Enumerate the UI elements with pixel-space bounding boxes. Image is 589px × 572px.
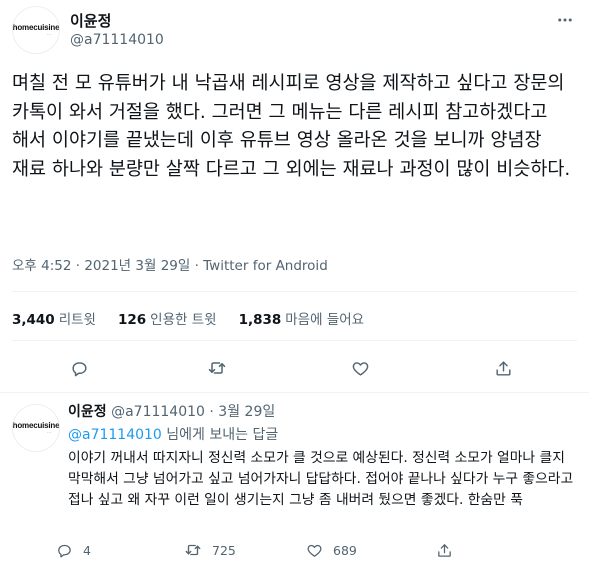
reply-bubble-icon: [58, 544, 71, 558]
avatar-brand-subtext: ⋯: [47, 430, 51, 435]
author-handle[interactable]: @a71114010: [70, 31, 164, 50]
tweet-meta: 오후 4:52 · 2021년 3월 29일 · Twitter for And…: [12, 254, 328, 274]
meta-separator: ·: [71, 258, 85, 274]
avatar[interactable]: homecuisine ⋯: [12, 404, 60, 452]
more-options-button[interactable]: [555, 10, 575, 30]
like-button[interactable]: [348, 356, 372, 380]
reply-author-name[interactable]: 이윤정: [68, 404, 107, 420]
tweet-stats: 3,440 리트윗 126 인용한 트윗 1,838 마음에 들어요: [12, 308, 364, 328]
reply-author-handle[interactable]: @a71114010: [111, 404, 205, 420]
tweet-time[interactable]: 오후 4:52: [12, 258, 71, 274]
tweet-text: 며칠 전 모 유튜버가 내 낙곱새 레시피로 영상을 제작하고 싶다고 장문의 …: [12, 73, 571, 180]
reply-date[interactable]: 3월 29일: [218, 404, 275, 420]
likes-count: 1,838: [238, 312, 282, 328]
reply-header: 이윤정 @a71114010 · 3월 29일: [68, 402, 578, 422]
tweet-actions: [0, 356, 589, 380]
retweet-button[interactable]: [205, 356, 229, 380]
quotes-count: 126: [117, 312, 147, 328]
reply-share-button[interactable]: [436, 538, 453, 562]
quotes-label: 인용한 트윗: [150, 312, 217, 328]
reply-actions: 4 725 689: [56, 538, 556, 562]
author-display-name[interactable]: 이윤정: [70, 11, 164, 31]
reply-replies-count: 4: [83, 542, 91, 558]
reply-text: 이야기 꺼내서 따지자니 정신력 소모가 클 것으로 예상된다. 정신력 소모가…: [68, 450, 574, 508]
tweet-source[interactable]: Twitter for Android: [203, 258, 328, 274]
divider: [12, 291, 577, 292]
share-icon: [495, 360, 511, 376]
divider: [12, 340, 577, 341]
replying-to: @a71114010 님에게 보내는 답글: [68, 424, 578, 446]
more-dots-icon: [558, 18, 572, 22]
avatar-brand-text: homecuisine: [12, 23, 60, 32]
reply-bubble-icon: [71, 361, 87, 376]
avatar-brand-text: homecuisine: [12, 421, 60, 430]
retweets-label: 리트윗: [58, 312, 96, 328]
divider: [0, 392, 589, 393]
likes-label: 마음에 들어요: [285, 312, 365, 328]
replying-to-mention[interactable]: @a71114010: [68, 427, 162, 443]
avatar-brand-subtext: ⋯: [47, 32, 51, 37]
likes-stat[interactable]: 1,838 마음에 들어요: [239, 308, 365, 328]
reply-like-button[interactable]: 689: [306, 538, 357, 562]
reply-retweets-count: 725: [212, 542, 236, 558]
reply-retweet-button[interactable]: 725: [184, 538, 236, 562]
tweet-date[interactable]: 2021년 3월 29일: [84, 258, 190, 274]
avatar[interactable]: homecuisine ⋯: [12, 6, 60, 54]
retweets-count: 3,440: [12, 312, 55, 328]
replying-to-suffix: 님에게 보내는 답글: [161, 427, 279, 443]
reply-button[interactable]: [67, 356, 91, 380]
tweet-header: homecuisine ⋯ 이윤정 @a71114010: [12, 6, 164, 54]
heart-icon: [352, 361, 368, 376]
quotes-stat[interactable]: 126 인용한 트윗: [118, 308, 217, 328]
share-icon: [438, 543, 451, 557]
retweets-stat[interactable]: 3,440 리트윗: [12, 308, 96, 328]
reply-likes-count: 689: [333, 542, 357, 558]
share-button[interactable]: [491, 356, 515, 380]
retweet-icon: [208, 362, 226, 374]
retweet-icon: [185, 544, 201, 556]
heart-icon: [307, 544, 322, 557]
meta-separator: ·: [204, 404, 219, 420]
meta-separator: ·: [190, 258, 204, 274]
reply-reply-button[interactable]: 4: [56, 538, 91, 562]
